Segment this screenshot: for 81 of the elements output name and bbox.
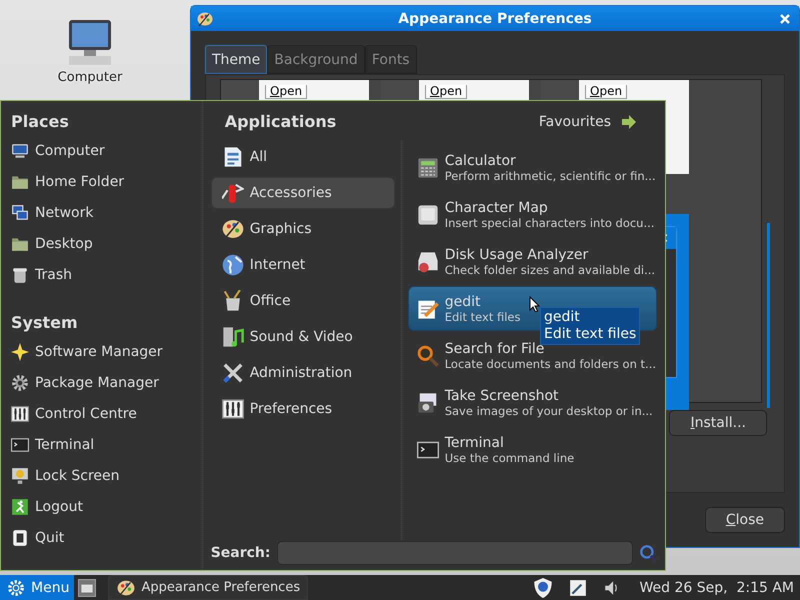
section-heading: Applications (224, 111, 336, 133)
category-item[interactable]: Accessories (210, 177, 395, 209)
desktop-icon (78, 578, 96, 596)
search-icon (639, 544, 657, 562)
preview-button: Open (425, 85, 468, 99)
pen-icon (569, 578, 588, 596)
window-title: Appearance Preferences (397, 10, 593, 26)
app-name[interactable]: Calculator (444, 152, 516, 168)
search-label: Search: (210, 545, 270, 561)
system-item[interactable]: Control Centre (11, 398, 192, 429)
search-field[interactable] (276, 541, 633, 565)
menu-button[interactable]: Menu (0, 575, 74, 600)
sliders-icon (222, 398, 244, 420)
tooltip: gedit Edit text files (540, 307, 640, 345)
category-item[interactable]: Sound & Video (210, 321, 395, 353)
app-description: Perform arithmetic, scientific or fin... (444, 168, 656, 182)
palette-icon (197, 10, 213, 26)
preview-button: Open (585, 85, 628, 99)
app-description: Edit text files (444, 310, 520, 324)
section-heading: Places (11, 111, 70, 133)
gear-icon (11, 374, 29, 392)
place-item[interactable]: Trash (11, 259, 192, 290)
globe-icon (222, 254, 244, 276)
system-item[interactable]: Lock Screen (11, 460, 192, 491)
favourites-link[interactable]: Favourites (538, 114, 637, 130)
palette-icon (222, 218, 244, 240)
app-description: Locate documents and folders on t... (444, 356, 656, 370)
system-item[interactable]: Software Manager (11, 336, 192, 367)
app-name[interactable]: gedit (444, 294, 480, 310)
category-item[interactable]: Internet (210, 249, 395, 281)
desktop-shortcut[interactable]: Computer (55, 20, 125, 85)
category-item[interactable]: Preferences (210, 393, 395, 425)
tab[interactable]: Fonts (364, 45, 417, 74)
system-item[interactable]: Package Manager (11, 367, 192, 398)
system-item[interactable]: Logout (11, 491, 192, 522)
computer-icon (66, 20, 114, 68)
system-item[interactable]: Quit (11, 522, 192, 553)
exit-icon (11, 498, 29, 516)
category-item[interactable]: All (210, 141, 395, 173)
trash-can-icon (11, 266, 29, 284)
tab[interactable]: Background (267, 45, 365, 74)
section-heading: System (11, 312, 79, 334)
place-item[interactable]: Computer (11, 135, 192, 166)
app-name[interactable]: Character Map (444, 200, 548, 216)
sparkle-icon (11, 342, 29, 360)
close-button[interactable]: Close (704, 507, 785, 533)
clock: Wed 26 Sep, 2:15 AM (639, 580, 795, 596)
app-name[interactable]: Disk Usage Analyzer (444, 246, 588, 262)
category-item[interactable]: Administration (210, 357, 395, 389)
app-description: Check folder sizes and available di... (444, 262, 656, 276)
calculator-icon (416, 156, 439, 178)
place-item[interactable]: Desktop (11, 228, 192, 259)
arrow-icon (621, 114, 637, 130)
camera-icon (416, 392, 439, 414)
magnifier-icon (416, 344, 439, 366)
category-item[interactable]: Graphics (210, 213, 395, 245)
palette-icon (117, 578, 136, 596)
app-description: Insert special characters into docu... (444, 216, 654, 230)
shield-icon (533, 578, 554, 598)
place-item[interactable]: Network (11, 197, 192, 228)
gear-icon (7, 578, 25, 596)
film-music-icon (222, 326, 244, 348)
keyboard-key-icon (416, 204, 439, 226)
install-button[interactable]: Install... (669, 410, 767, 436)
tools-icon (222, 362, 244, 384)
app-description: Use the command line (444, 450, 574, 464)
category-item[interactable]: Office (210, 285, 395, 317)
place-item[interactable]: Home Folder (11, 166, 192, 197)
device-icon (11, 528, 29, 546)
tab[interactable]: Theme (205, 45, 268, 74)
taskbar-window-button[interactable]: Appearance Preferences (108, 575, 308, 600)
terminal-icon (11, 436, 29, 454)
app-description: Save images of your desktop or in... (444, 404, 653, 418)
network-icon (11, 204, 29, 222)
disk-drive-icon (416, 250, 439, 272)
system-item[interactable]: Terminal (11, 429, 192, 460)
app-name[interactable]: Terminal (444, 434, 504, 450)
app-name[interactable]: Take Screenshot (444, 388, 559, 404)
monitor-icon (11, 142, 29, 160)
sliders-icon (11, 404, 29, 422)
preview-button: Open (265, 85, 308, 99)
